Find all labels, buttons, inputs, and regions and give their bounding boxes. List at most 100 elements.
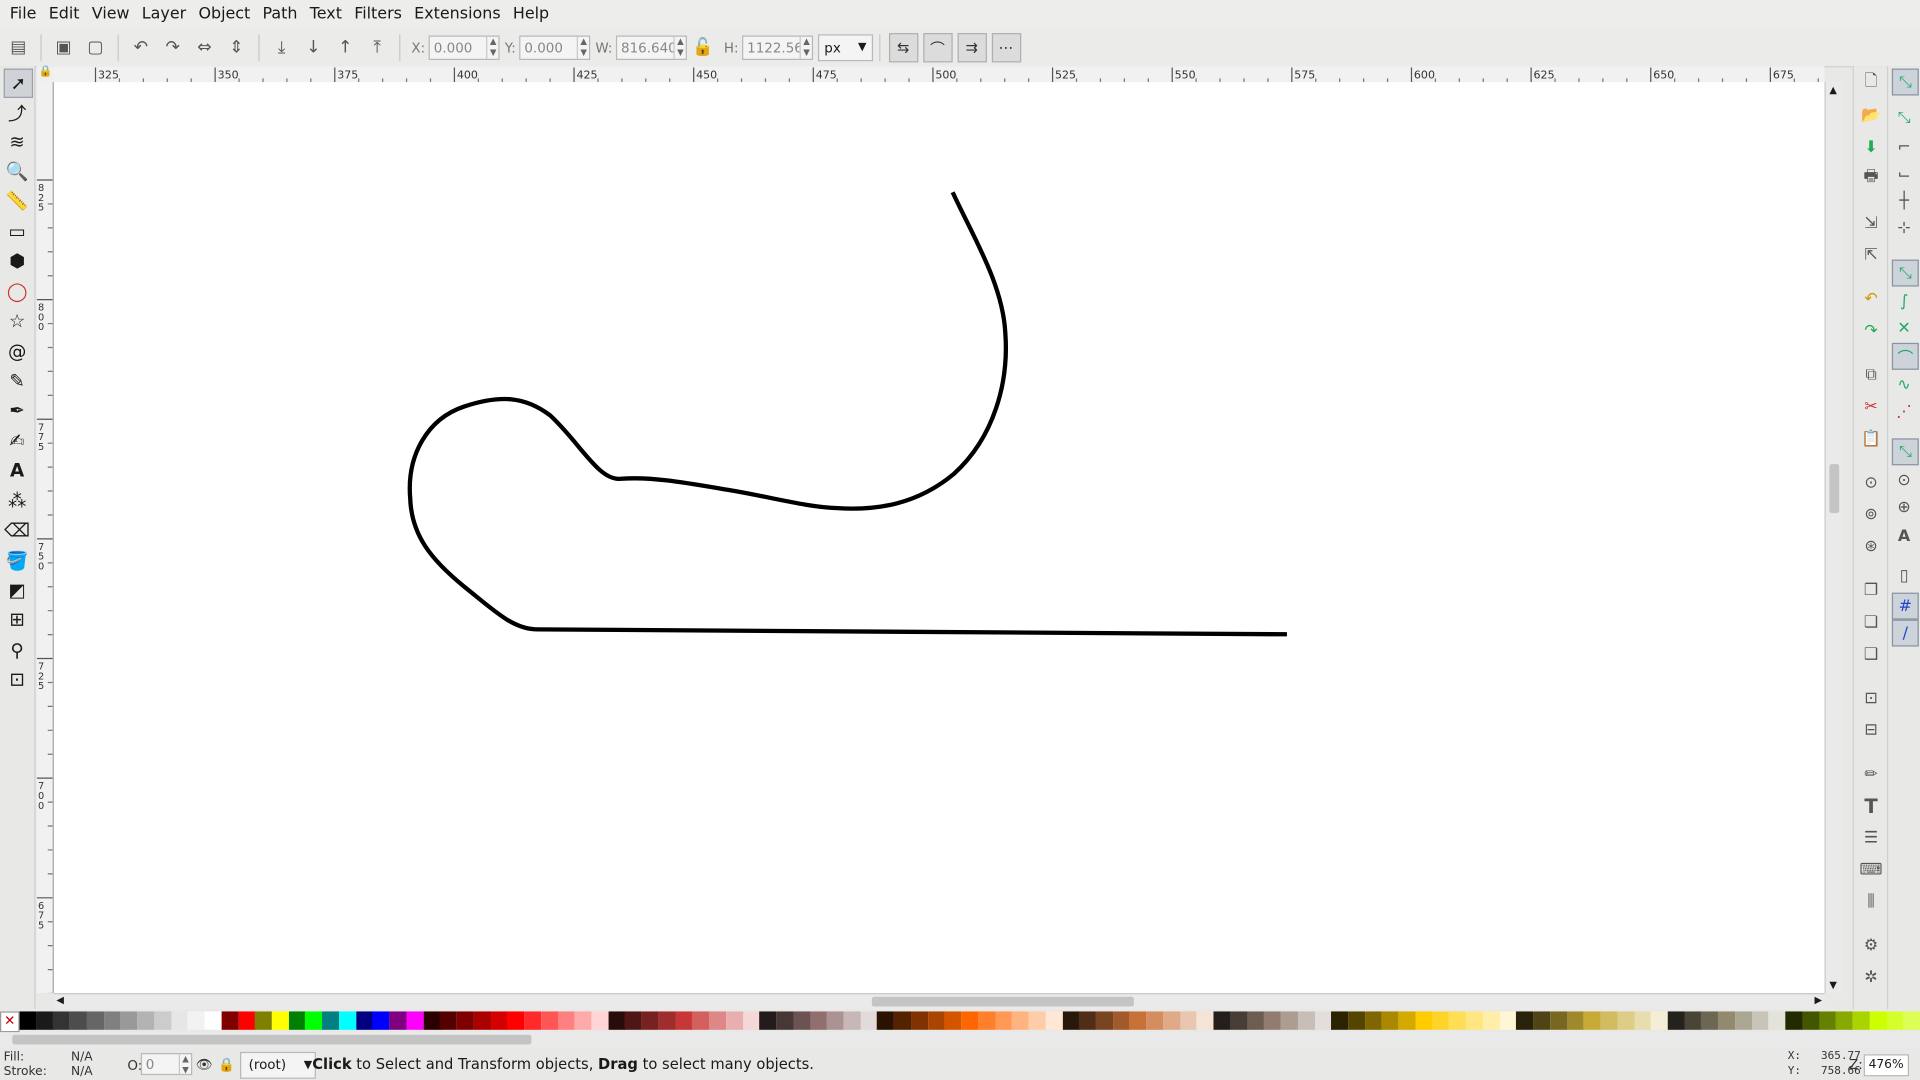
eye-icon[interactable]: 👁 (196, 1057, 213, 1073)
snap-enable-icon[interactable]: ⤡ (1891, 68, 1919, 96)
gradient-tool-icon[interactable]: ◩ (4, 577, 31, 604)
palette-swatch[interactable] (1465, 1011, 1484, 1030)
palette-swatch[interactable] (137, 1011, 155, 1030)
snap-path-icon[interactable]: ∫ (1892, 289, 1916, 313)
palette-swatch[interactable] (154, 1011, 172, 1030)
clone-icon[interactable]: ❏ (1859, 610, 1883, 634)
menu-edit[interactable]: Edit (43, 0, 86, 29)
palette-swatch[interactable] (507, 1011, 525, 1030)
palette-swatch[interactable] (473, 1011, 491, 1030)
dropper-tool-icon[interactable]: ⚲ (4, 637, 31, 664)
tweak-tool-icon[interactable]: ≋ (4, 129, 31, 156)
zoom-tool-icon[interactable]: 🔍 (4, 158, 31, 185)
scroll-down-icon[interactable]: ▼ (1829, 980, 1837, 991)
palette-swatch[interactable] (1768, 1011, 1786, 1030)
spin-arrows-icon[interactable]: ▲ ▼ (799, 36, 812, 59)
raise-to-top-icon[interactable]: ⤒ (364, 34, 391, 61)
palette-swatch[interactable] (1634, 1011, 1652, 1030)
snap-object-center-icon[interactable]: ⊙ (1892, 468, 1916, 492)
palette-swatch[interactable] (1365, 1011, 1383, 1030)
palette-swatch[interactable] (1718, 1011, 1736, 1030)
unit-select[interactable]: px ▼ (818, 34, 873, 62)
raise-icon[interactable]: ↑ (332, 34, 359, 61)
move-patterns-icon[interactable]: ⋯ (991, 33, 1021, 63)
h-field[interactable]: 1122.560▲▼ (742, 35, 814, 61)
palette-swatch[interactable] (255, 1011, 273, 1030)
snap-line-midpoint-icon[interactable]: ⋰ (1892, 399, 1916, 423)
palette-swatch[interactable] (1028, 1011, 1046, 1030)
palette-swatch[interactable] (1011, 1011, 1029, 1030)
palette-swatch[interactable] (36, 1011, 54, 1030)
paste-icon[interactable]: 📋 (1859, 426, 1883, 450)
lower-to-bottom-icon[interactable]: ⤓ (268, 34, 295, 61)
snap-text-baseline-icon[interactable]: A (1892, 524, 1916, 548)
palette-swatch[interactable] (1751, 1011, 1769, 1030)
palette-swatch[interactable] (120, 1011, 138, 1030)
palette-swatch[interactable] (978, 1011, 996, 1030)
palette-swatch[interactable] (1869, 1011, 1887, 1030)
snap-smooth-icon[interactable]: ∿ (1892, 372, 1916, 396)
snap-bbox-corner-icon[interactable]: ⌙ (1892, 162, 1916, 186)
palette-swatch[interactable] (692, 1011, 710, 1030)
opacity-field[interactable]: 0 ▲ ▼ (140, 1053, 193, 1076)
snap-page-border-icon[interactable]: ▯ (1892, 563, 1916, 587)
menu-help[interactable]: Help (507, 0, 556, 29)
move-gradients-icon[interactable]: ⇉ (957, 33, 987, 63)
palette-swatch[interactable] (19, 1011, 37, 1030)
duplicate-icon[interactable]: ❐ (1859, 578, 1883, 602)
palette-swatch[interactable] (1230, 1011, 1248, 1030)
rect-tool-icon[interactable]: ▭ (4, 218, 31, 245)
menu-view[interactable]: View (86, 0, 136, 29)
menu-path[interactable]: Path (256, 0, 303, 29)
export-icon[interactable]: ⇱ (1859, 242, 1883, 266)
snap-bbox-icon[interactable]: ⤡ (1892, 105, 1916, 129)
palette-swatch[interactable] (86, 1011, 105, 1030)
select-all-layers-icon[interactable]: ▣ (50, 34, 77, 61)
palette-swatch[interactable] (944, 1011, 962, 1030)
unlink-clone-icon[interactable]: ❑ (1859, 642, 1883, 666)
vertical-scroll-thumb[interactable] (1829, 464, 1840, 514)
palette-scroll-thumb[interactable] (12, 1034, 532, 1045)
palette-swatch[interactable] (170, 1011, 189, 1030)
palette-swatch[interactable] (1903, 1011, 1920, 1030)
palette-swatch[interactable] (1566, 1011, 1584, 1030)
snap-nodes-icon[interactable]: ⤡ (1891, 259, 1919, 287)
palette-swatch[interactable] (406, 1011, 424, 1030)
drawing-canvas[interactable] (53, 82, 1825, 994)
snap-bbox-center-icon[interactable]: ⊹ (1892, 216, 1916, 240)
align-distribute-icon[interactable]: ⫼ (1859, 889, 1883, 913)
palette-swatch[interactable] (725, 1011, 744, 1030)
palette-swatch[interactable] (1095, 1011, 1114, 1030)
select-tool-icon[interactable]: ➚ (3, 68, 34, 98)
vertical-scrollbar[interactable]: ▲ ▼ (1824, 82, 1843, 994)
group-icon[interactable]: ⊡ (1859, 686, 1883, 710)
horizontal-ruler[interactable]: 325 350 375 400 425 450 475 500 525 550 575 600 625 6… (53, 66, 1825, 84)
palette-swatch[interactable] (389, 1011, 407, 1030)
menu-filters[interactable]: Filters (348, 0, 408, 29)
spin-arrows-icon[interactable]: ▲ ▼ (673, 36, 686, 59)
palette-swatch[interactable] (1163, 1011, 1181, 1030)
snap-cusp-icon[interactable]: ⌒ (1891, 342, 1919, 370)
rotate-ccw-icon[interactable]: ↶ (127, 34, 154, 61)
palette-swatch[interactable] (709, 1011, 727, 1030)
palette-swatch[interactable] (440, 1011, 458, 1030)
palette-swatch[interactable] (70, 1011, 88, 1030)
palette-swatch[interactable] (877, 1011, 895, 1030)
node-tool-icon[interactable]: ⤴ (4, 99, 31, 126)
palette-swatch[interactable] (776, 1011, 794, 1030)
snap-others-icon[interactable]: ⤡ (1891, 438, 1919, 466)
snap-bbox-edge-icon[interactable]: ⌐ (1892, 135, 1916, 159)
lower-icon[interactable]: ↓ (300, 34, 327, 61)
palette-swatch[interactable] (927, 1011, 945, 1030)
palette-swatch[interactable] (1280, 1011, 1299, 1030)
palette-swatch[interactable] (995, 1011, 1013, 1030)
palette-swatch[interactable] (1852, 1011, 1870, 1030)
palette-swatch[interactable] (1735, 1011, 1753, 1030)
print-icon[interactable]: 🖶 (1859, 167, 1883, 191)
scroll-left-icon[interactable]: ◀ (56, 994, 64, 1005)
scale-corners-icon[interactable]: ⌒ (922, 33, 953, 63)
xml-editor-icon[interactable]: ⌨ (1859, 857, 1883, 881)
palette-swatch[interactable] (288, 1011, 306, 1030)
palette-swatch[interactable] (1146, 1011, 1164, 1030)
snap-rotation-center-icon[interactable]: ⊕ (1892, 495, 1916, 519)
